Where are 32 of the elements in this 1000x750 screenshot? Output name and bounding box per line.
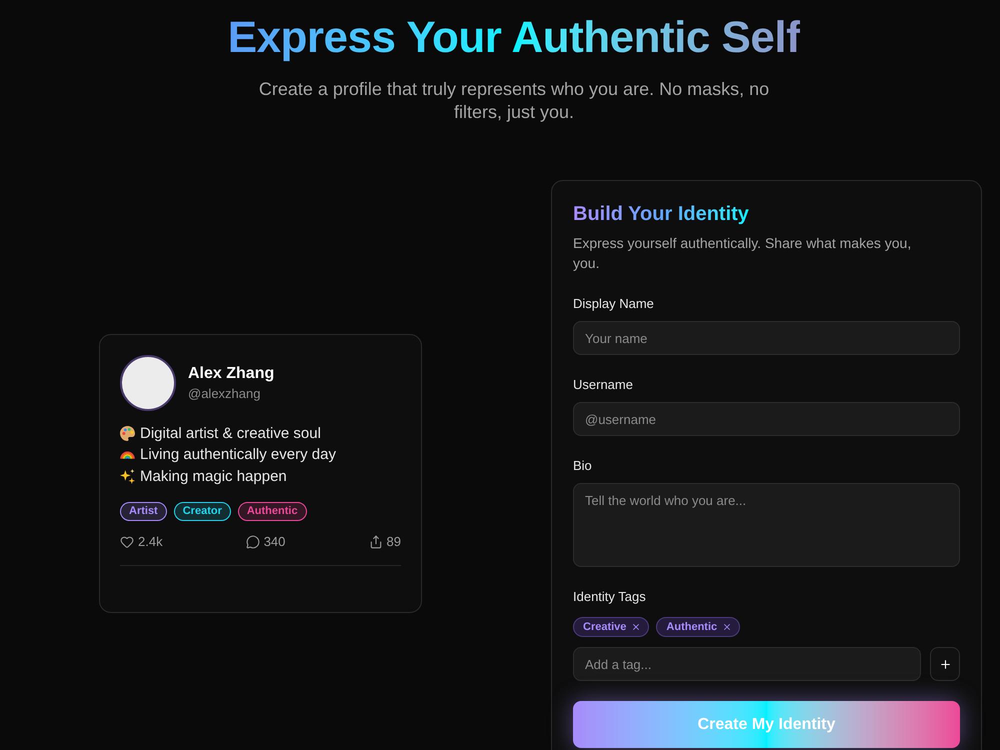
heart-icon [120, 534, 134, 548]
close-icon[interactable] [631, 622, 642, 632]
page-subtitle: Create a profile that truly represents who you are. No masks, no filters, just you. [258, 78, 770, 124]
palette-icon [120, 426, 135, 442]
bio-line: Living authentically every day [140, 445, 336, 465]
profile-name: Alex Zhang [188, 364, 274, 384]
bio-line: Digital artist & creative soul [140, 424, 321, 444]
field-label: Bio [573, 458, 593, 474]
tag-input-field[interactable]: Add a tag... [573, 647, 921, 681]
form-description: Express yourself authentically. Share what makes you, you. [573, 234, 912, 273]
identity-tag: Creative [573, 617, 650, 637]
sparkles-icon [120, 469, 135, 484]
shares-stat-button[interactable]: 89 [368, 534, 401, 550]
likes-stat-button[interactable]: 2.4k [120, 534, 163, 550]
profile-tag: Artist [120, 502, 167, 520]
bio-field[interactable]: Tell the world who you are... [573, 483, 960, 567]
bio-line: Making magic happen [140, 466, 287, 486]
text-input-field[interactable]: @username [573, 402, 960, 436]
field-label: Identity Tags [573, 589, 647, 605]
field-label: Username [573, 377, 634, 393]
comments-stat-button[interactable]: 340 [246, 534, 286, 550]
profile-tag: Authentic [238, 502, 307, 520]
rainbow-icon [120, 450, 135, 460]
share-icon [368, 534, 383, 548]
text-input-field[interactable]: Your name [573, 321, 960, 355]
identity-tag: Authentic [656, 617, 740, 637]
plus-icon [938, 658, 952, 670]
profile-handle: @alexzhang [188, 386, 262, 402]
speech-bubble-icon [246, 534, 260, 548]
close-icon[interactable] [722, 622, 732, 632]
profile-tag: Creator [174, 502, 231, 520]
field-label: Display Name [573, 296, 655, 312]
